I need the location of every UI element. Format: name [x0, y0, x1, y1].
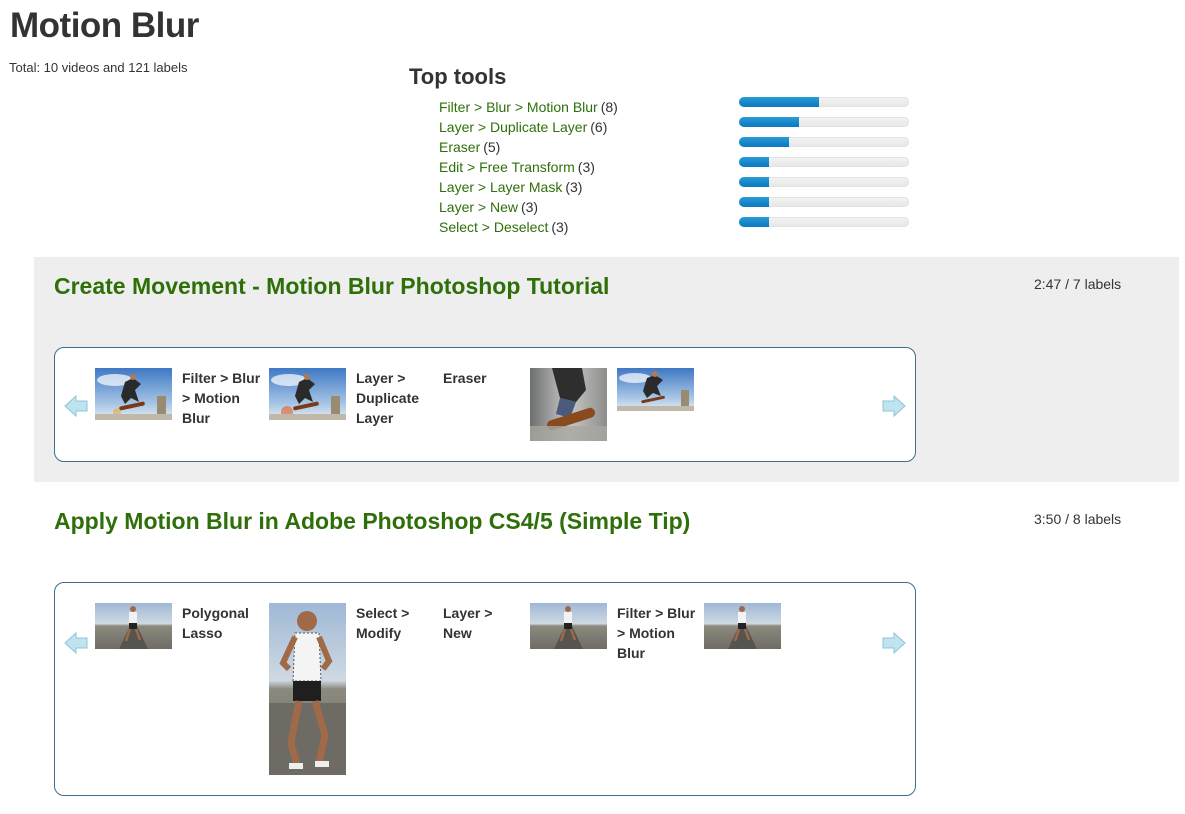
tool-count: (3)	[565, 179, 583, 195]
tool-row: Eraser (5)	[439, 137, 919, 157]
video-title[interactable]: Apply Motion Blur in Adobe Photoshop CS4…	[54, 508, 690, 535]
right-arrow-icon[interactable]	[881, 393, 907, 419]
video-meta: 3:50 / 8 labels	[1034, 511, 1122, 527]
tool-count: (3)	[520, 199, 539, 215]
carousel-label[interactable]: Layer > Duplicate Layer	[356, 368, 436, 428]
tool-link[interactable]: Filter > Blur > Motion Blur	[439, 99, 598, 115]
tool-link[interactable]: Layer > Duplicate Layer	[439, 119, 587, 135]
tool-row: Layer > Duplicate Layer (6)	[439, 117, 919, 137]
tool-usage-bar-fill	[739, 177, 769, 187]
tool-usage-bar	[739, 217, 909, 227]
tool-count: (3)	[577, 159, 595, 175]
tool-link[interactable]: Eraser	[439, 139, 480, 155]
left-arrow-icon[interactable]	[63, 630, 89, 656]
video-frame-thumbnail[interactable]	[530, 603, 607, 649]
tool-link[interactable]: Layer > New	[439, 199, 518, 215]
carousel-label[interactable]: Polygonal Lasso	[182, 603, 262, 643]
carousel-label[interactable]: Filter > Blur > Motion Blur	[617, 603, 701, 663]
tool-usage-bar	[739, 137, 909, 147]
carousel-label[interactable]: Filter > Blur > Motion Blur	[182, 368, 266, 428]
tool-link[interactable]: Edit > Free Transform	[439, 159, 575, 175]
top-tools-heading: Top tools	[409, 64, 507, 89]
left-arrow-icon[interactable]	[63, 393, 89, 419]
video-frame-thumbnail[interactable]	[617, 368, 694, 411]
tool-count: (6)	[590, 119, 608, 135]
tool-usage-bar-fill	[739, 157, 769, 167]
tool-usage-bar-fill	[739, 197, 769, 207]
video-card: Apply Motion Blur in Adobe Photoshop CS4…	[34, 492, 1179, 807]
carousel-label[interactable]: Eraser	[443, 368, 523, 388]
tool-row: Layer > Layer Mask (3)	[439, 177, 919, 197]
label-carousel: Filter > Blur > Motion Blur Layer > Dupl…	[54, 347, 916, 462]
tool-usage-bar	[739, 117, 909, 127]
tool-row: Filter > Blur > Motion Blur (8)	[439, 97, 919, 117]
tool-usage-bar	[739, 177, 909, 187]
carousel-label[interactable]: Layer > New	[443, 603, 523, 643]
page-title: Motion Blur	[10, 6, 199, 45]
video-frame-thumbnail[interactable]	[95, 368, 172, 420]
carousel-label[interactable]: Select > Modify	[356, 603, 436, 643]
tool-usage-bar-fill	[739, 217, 769, 227]
tool-usage-bar-fill	[739, 97, 819, 107]
tool-row: Select > Deselect (3)	[439, 217, 919, 237]
video-frame-thumbnail[interactable]	[530, 368, 607, 441]
right-arrow-icon[interactable]	[881, 630, 907, 656]
video-frame-thumbnail[interactable]	[269, 603, 346, 775]
top-tools-list: Filter > Blur > Motion Blur (8) Layer > D…	[439, 97, 919, 237]
video-frame-thumbnail[interactable]	[269, 368, 346, 420]
tool-count: (5)	[483, 139, 501, 155]
total-summary: Total: 10 videos and 121 labels	[9, 60, 188, 75]
video-card: Create Movement - Motion Blur Photoshop …	[34, 257, 1179, 482]
video-title[interactable]: Create Movement - Motion Blur Photoshop …	[54, 273, 609, 300]
tool-count: (3)	[551, 219, 569, 235]
tool-link[interactable]: Layer > Layer Mask	[439, 179, 562, 195]
tool-usage-bar-fill	[739, 117, 799, 127]
video-frame-thumbnail[interactable]	[704, 603, 781, 649]
tool-usage-bar	[739, 157, 909, 167]
tool-usage-bar	[739, 97, 909, 107]
label-carousel: Polygonal Lasso Select > Modify Layer > …	[54, 582, 916, 796]
tool-usage-bar	[739, 197, 909, 207]
tool-link[interactable]: Select > Deselect	[439, 219, 548, 235]
tool-count: (8)	[600, 99, 618, 115]
tool-row: Edit > Free Transform (3)	[439, 157, 919, 177]
video-meta: 2:47 / 7 labels	[1034, 276, 1122, 292]
tool-row: Layer > New (3)	[439, 197, 919, 217]
tool-usage-bar-fill	[739, 137, 789, 147]
video-frame-thumbnail[interactable]	[95, 603, 172, 649]
